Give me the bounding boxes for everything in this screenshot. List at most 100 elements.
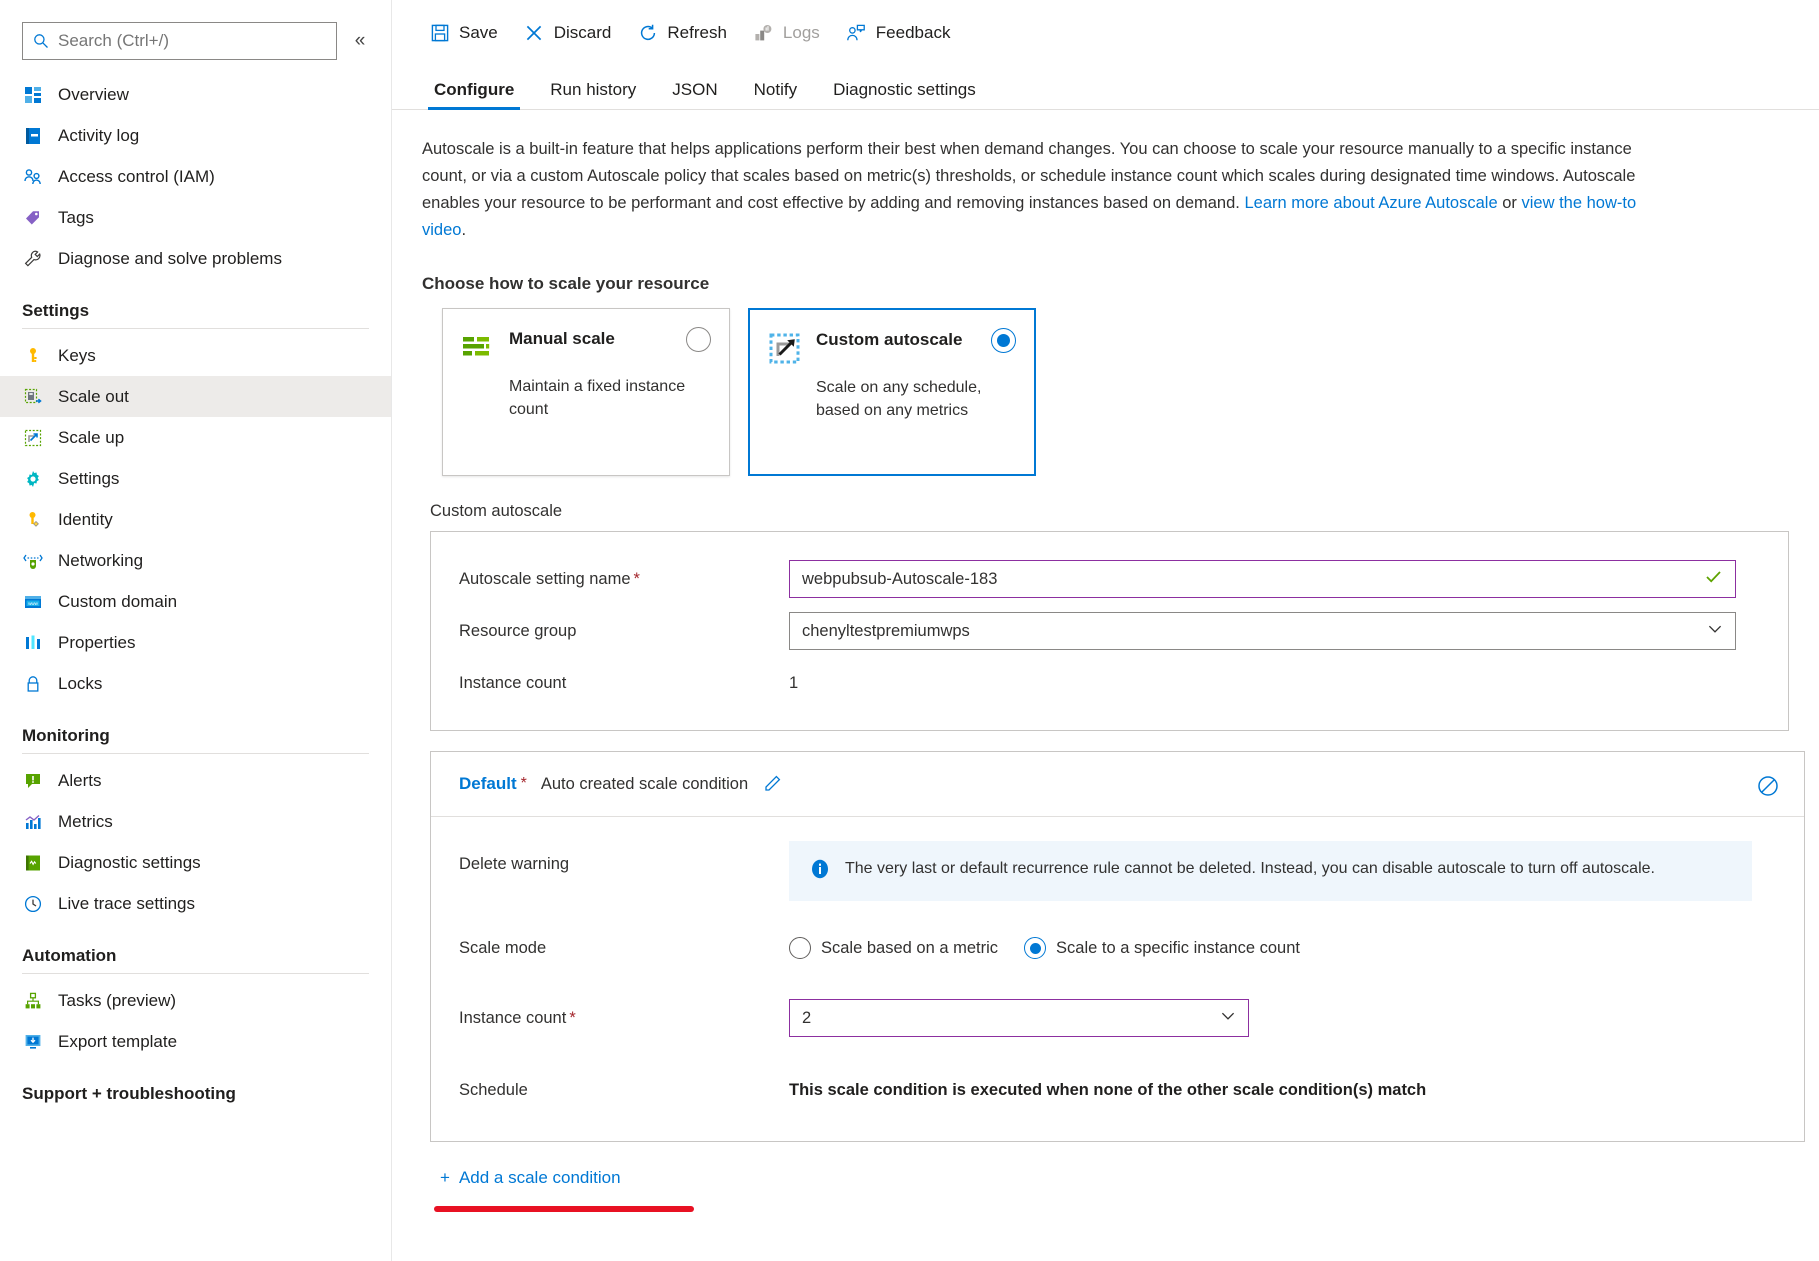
custom-autoscale-radio[interactable] xyxy=(991,328,1016,353)
sidebar-item-label: Metrics xyxy=(58,812,113,832)
sidebar-item-diagnose[interactable]: Diagnose and solve problems xyxy=(0,238,391,279)
radio-unselected[interactable] xyxy=(789,937,811,959)
sidebar-item-scale-up[interactable]: Scale up xyxy=(0,417,391,458)
sidebar-item-activity-log[interactable]: Activity log xyxy=(0,115,391,156)
sidebar-item-alerts[interactable]: Alerts xyxy=(0,760,391,801)
sidebar-item-tasks[interactable]: Tasks (preview) xyxy=(0,980,391,1021)
schedule-text: This scale condition is executed when no… xyxy=(789,1081,1426,1099)
configure-panel: Autoscale is a built-in feature that hel… xyxy=(392,110,1819,1212)
scale-mode-row: Scale mode Scale based on a metric Scale… xyxy=(431,923,1804,973)
sidebar-item-custom-domain[interactable]: www Custom domain xyxy=(0,581,391,622)
search-input[interactable] xyxy=(58,31,326,51)
metrics-icon xyxy=(22,811,44,833)
collapse-sidebar-button[interactable]: « xyxy=(343,24,377,58)
sidebar-item-properties[interactable]: Properties xyxy=(0,622,391,663)
instance-count-label: Instance count xyxy=(459,674,789,693)
gear-icon xyxy=(22,468,44,490)
resource-group-select[interactable]: chenyltestpremiumwps xyxy=(789,612,1736,650)
sidebar-group-title-settings: Settings xyxy=(0,279,391,328)
resource-group-label: Resource group xyxy=(459,622,789,641)
tab-diagnostic-settings[interactable]: Diagnostic settings xyxy=(815,80,994,109)
close-icon xyxy=(524,23,545,44)
autoscale-setting-name-label: Autoscale setting name* xyxy=(459,570,789,589)
sidebar-item-label: Settings xyxy=(58,469,119,489)
tab-notify[interactable]: Notify xyxy=(736,80,815,109)
feedback-button[interactable]: Feedback xyxy=(833,12,964,54)
save-label: Save xyxy=(459,23,498,43)
sidebar-item-label: Tasks (preview) xyxy=(58,991,176,1011)
tab-configure[interactable]: Configure xyxy=(416,80,532,109)
discard-button[interactable]: Discard xyxy=(511,12,625,54)
sidebar-item-scale-out[interactable]: Scale out xyxy=(0,376,391,417)
plus-icon: + xyxy=(440,1168,450,1188)
scale-to-specific-count-option[interactable]: Scale to a specific instance count xyxy=(1024,937,1300,959)
sidebar-item-metrics[interactable]: Metrics xyxy=(0,801,391,842)
pencil-icon[interactable] xyxy=(762,774,782,794)
schedule-field: This scale condition is executed when no… xyxy=(789,1081,1804,1100)
custom-autoscale-section-label: Custom autoscale xyxy=(430,502,1819,521)
access-control-icon xyxy=(22,166,44,188)
refresh-button[interactable]: Refresh xyxy=(624,12,740,54)
autoscale-setting-name-input[interactable] xyxy=(802,570,1696,589)
sidebar-search-row: « xyxy=(0,22,391,60)
custom-autoscale-card[interactable]: Custom autoscale Scale on any schedule, … xyxy=(748,308,1036,476)
condition-instance-count-label: Instance count* xyxy=(459,1009,789,1028)
delete-warning-label: Delete warning xyxy=(459,841,789,874)
sidebar-item-identity[interactable]: Identity xyxy=(0,499,391,540)
sidebar-item-locks[interactable]: Locks xyxy=(0,663,391,704)
manual-scale-card[interactable]: Manual scale Maintain a fixed instance c… xyxy=(442,308,730,476)
add-scale-condition-link[interactable]: + Add a scale condition xyxy=(440,1168,621,1188)
sidebar-item-tags[interactable]: Tags xyxy=(0,197,391,238)
sidebar-item-access-control[interactable]: Access control (IAM) xyxy=(0,156,391,197)
sidebar-item-live-trace-settings[interactable]: Live trace settings xyxy=(0,883,391,924)
autoscale-setting-name-row: Autoscale setting name* xyxy=(431,554,1788,604)
condition-instance-count-row: Instance count* 2 xyxy=(431,993,1804,1043)
autoscale-setting-name-input-wrap[interactable] xyxy=(789,560,1736,598)
condition-instance-count-select[interactable]: 2 xyxy=(789,999,1249,1037)
search-box[interactable] xyxy=(22,22,337,60)
sidebar-item-label: Diagnose and solve problems xyxy=(58,249,282,269)
instance-count-value: 1 xyxy=(789,674,798,692)
custom-domain-icon: www xyxy=(22,591,44,613)
tab-json[interactable]: JSON xyxy=(654,80,735,109)
command-toolbar: Save Discard Refresh Logs xyxy=(392,0,1819,66)
sidebar-group-title-monitoring: Monitoring xyxy=(0,704,391,753)
delete-warning-infobox: The very last or default recurrence rule… xyxy=(789,841,1752,901)
refresh-icon xyxy=(637,23,658,44)
resource-group-field: chenyltestpremiumwps xyxy=(789,612,1788,650)
delete-warning-field: The very last or default recurrence rule… xyxy=(789,841,1804,901)
properties-icon xyxy=(22,632,44,654)
disable-icon[interactable] xyxy=(1756,774,1780,803)
azure-portal-scale-out-page: « Overview Activity log xyxy=(0,0,1819,1261)
manual-scale-radio[interactable] xyxy=(686,327,711,352)
sidebar-item-diagnostic-settings[interactable]: Diagnostic settings xyxy=(0,842,391,883)
logs-label: Logs xyxy=(783,23,820,43)
sidebar-item-label: Live trace settings xyxy=(58,894,195,914)
sidebar-item-label: Custom domain xyxy=(58,592,177,612)
instance-count-row: Instance count 1 xyxy=(431,658,1788,708)
sidebar-item-label: Export template xyxy=(58,1032,177,1052)
tab-run-history[interactable]: Run history xyxy=(532,80,654,109)
instance-count-field: 1 xyxy=(789,674,1788,693)
identity-icon xyxy=(22,509,44,531)
sidebar-item-settings[interactable]: Settings xyxy=(0,458,391,499)
activity-log-icon xyxy=(22,125,44,147)
sidebar-item-label: Properties xyxy=(58,633,135,653)
radio-selected[interactable] xyxy=(1024,937,1046,959)
sidebar-item-label: Networking xyxy=(58,551,143,571)
validation-check-icon xyxy=(1704,567,1723,592)
chevron-down-icon xyxy=(1220,1008,1236,1029)
scale-up-icon xyxy=(22,427,44,449)
resource-group-row: Resource group chenyltestpremiumwps xyxy=(431,606,1788,656)
manual-scale-title: Manual scale xyxy=(509,329,615,349)
learn-more-link[interactable]: Learn more about Azure Autoscale xyxy=(1244,194,1497,212)
sidebar-item-export-template[interactable]: Export template xyxy=(0,1021,391,1062)
tasks-icon xyxy=(22,990,44,1012)
save-button[interactable]: Save xyxy=(416,12,511,54)
label-text: Autoscale setting name xyxy=(459,570,631,588)
discard-label: Discard xyxy=(554,23,612,43)
sidebar-item-networking[interactable]: Networking xyxy=(0,540,391,581)
sidebar-item-overview[interactable]: Overview xyxy=(0,74,391,115)
sidebar-item-keys[interactable]: Keys xyxy=(0,335,391,376)
scale-based-on-metric-option[interactable]: Scale based on a metric xyxy=(789,937,998,959)
